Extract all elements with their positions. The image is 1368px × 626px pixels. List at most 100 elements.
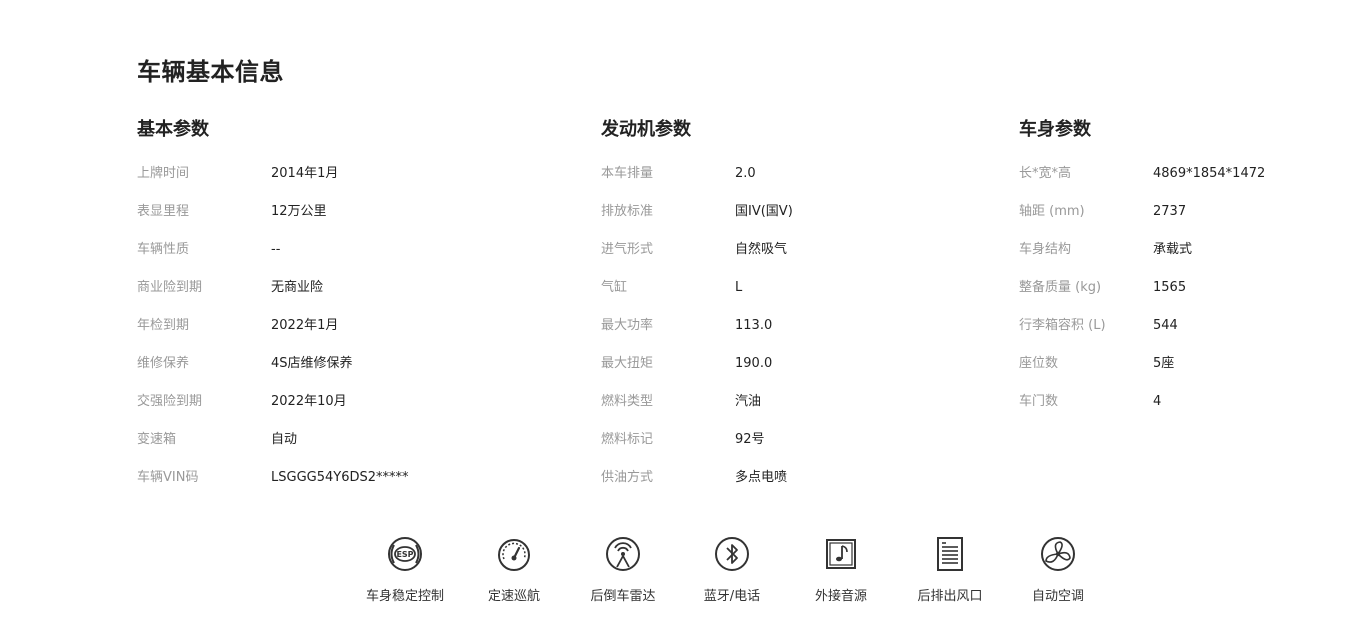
param-row: 车辆性质 -- bbox=[137, 241, 557, 279]
param-label: 整备质量 (kg) bbox=[1019, 280, 1102, 295]
param-value: 承载式 bbox=[1153, 242, 1193, 257]
feature-label: 后倒车雷达 bbox=[590, 589, 656, 604]
engine-params-section: 发动机参数 本车排量 2.0 排放标准 国IV(国V) 进气形式 自然吸气 气缸 L 最… bbox=[601, 118, 981, 507]
param-row: 车辆VIN码 LSGGG54Y6DS2***** bbox=[137, 469, 557, 507]
param-value: 多点电喷 bbox=[735, 470, 788, 485]
feature-music-input: 外接音源 bbox=[786, 534, 896, 604]
param-value: 2.0 bbox=[735, 166, 756, 181]
param-value: 汽油 bbox=[735, 394, 762, 409]
param-label: 车身结构 bbox=[1019, 242, 1072, 257]
param-row: 维修保养 4S店维修保养 bbox=[137, 355, 557, 393]
param-row: 最大功率 113.0 bbox=[601, 317, 981, 355]
feature-label: 外接音源 bbox=[814, 589, 867, 604]
feature-label: 车身稳定控制 bbox=[365, 589, 444, 604]
param-value: 2737 bbox=[1153, 204, 1187, 219]
rear-air-vent-icon bbox=[937, 537, 963, 571]
feature-label: 蓝牙/电话 bbox=[703, 589, 761, 604]
param-row: 燃料类型 汽油 bbox=[601, 393, 981, 431]
param-row: 表显里程 12万公里 bbox=[137, 203, 557, 241]
param-value: 12万公里 bbox=[271, 204, 327, 219]
param-value: 113.0 bbox=[735, 318, 773, 333]
param-value: 1565 bbox=[1153, 280, 1187, 295]
engine-params-title: 发动机参数 bbox=[601, 119, 691, 140]
param-row: 燃料标记 92号 bbox=[601, 431, 981, 469]
feature-label: 定速巡航 bbox=[487, 589, 540, 604]
param-value: -- bbox=[271, 242, 281, 257]
param-row: 进气形式 自然吸气 bbox=[601, 241, 981, 279]
param-row: 商业险到期 无商业险 bbox=[137, 279, 557, 317]
feature-label: 自动空调 bbox=[1031, 589, 1084, 604]
param-row: 交强险到期 2022年10月 bbox=[137, 393, 557, 431]
param-label: 表显里程 bbox=[137, 204, 190, 219]
param-value: 5座 bbox=[1153, 356, 1175, 371]
basic-params-title: 基本参数 bbox=[137, 119, 209, 140]
param-row: 行李箱容积 (L) 544 bbox=[1019, 317, 1339, 355]
bluetooth-icon bbox=[715, 537, 749, 571]
param-row: 车身结构 承载式 bbox=[1019, 241, 1339, 279]
param-label: 维修保养 bbox=[137, 356, 190, 371]
param-row: 变速箱 自动 bbox=[137, 431, 557, 469]
param-label: 长*宽*高 bbox=[1019, 166, 1072, 181]
param-label: 商业险到期 bbox=[137, 280, 203, 295]
body-params-section: 车身参数 长*宽*高 4869*1854*1472 轴距 (mm) 2737 车身结… bbox=[1019, 118, 1339, 431]
param-value: 4 bbox=[1153, 394, 1162, 409]
param-value: 4S店维修保养 bbox=[271, 356, 353, 371]
param-value: 2014年1月 bbox=[271, 166, 339, 181]
param-label: 上牌时间 bbox=[137, 166, 190, 181]
param-label: 交强险到期 bbox=[137, 394, 203, 409]
param-row: 轴距 (mm) 2737 bbox=[1019, 203, 1339, 241]
param-label: 轴距 (mm) bbox=[1019, 204, 1085, 219]
param-label: 供油方式 bbox=[601, 470, 654, 485]
param-value: 544 bbox=[1153, 318, 1178, 333]
param-value: 92号 bbox=[735, 432, 765, 447]
param-label: 排放标准 bbox=[601, 204, 654, 219]
auto-ac-fan-icon bbox=[1041, 537, 1075, 571]
param-row: 供油方式 多点电喷 bbox=[601, 469, 981, 507]
param-value: 自然吸气 bbox=[735, 242, 788, 257]
parking-radar-icon bbox=[606, 537, 640, 571]
param-label: 车辆VIN码 bbox=[137, 470, 199, 485]
param-label: 变速箱 bbox=[137, 432, 177, 447]
feature-auto-ac: 自动空调 bbox=[1003, 534, 1113, 604]
param-label: 座位数 bbox=[1019, 356, 1059, 371]
basic-params-section: 基本参数 上牌时间 2014年1月 表显里程 12万公里 车辆性质 -- 商业险到期 无… bbox=[137, 118, 557, 507]
cruise-control-icon bbox=[498, 539, 530, 571]
param-row: 座位数 5座 bbox=[1019, 355, 1339, 393]
param-row: 车门数 4 bbox=[1019, 393, 1339, 431]
param-label: 年检到期 bbox=[137, 318, 190, 333]
param-row: 排放标准 国IV(国V) bbox=[601, 203, 981, 241]
param-value: 190.0 bbox=[735, 356, 773, 371]
param-value: 自动 bbox=[271, 432, 298, 447]
param-label: 车门数 bbox=[1019, 394, 1059, 409]
param-label: 进气形式 bbox=[601, 242, 654, 257]
param-value: 2022年1月 bbox=[271, 318, 339, 333]
param-label: 燃料类型 bbox=[601, 394, 654, 409]
param-value: L bbox=[735, 280, 743, 295]
page-title: 车辆基本信息 bbox=[137, 58, 284, 86]
feature-esp: ESP 车身稳定控制 bbox=[350, 534, 460, 604]
param-row: 本车排量 2.0 bbox=[601, 165, 981, 203]
feature-cruise-control: 定速巡航 bbox=[459, 534, 569, 604]
feature-parking-radar: 后倒车雷达 bbox=[568, 534, 678, 604]
param-label: 最大功率 bbox=[601, 318, 654, 333]
feature-label: 后排出风口 bbox=[917, 589, 983, 604]
esp-icon-text: ESP bbox=[396, 550, 413, 559]
body-params-title: 车身参数 bbox=[1019, 119, 1091, 140]
param-value: 国IV(国V) bbox=[735, 204, 793, 219]
music-input-icon bbox=[826, 539, 856, 569]
feature-rear-air-vent: 后排出风口 bbox=[895, 534, 1005, 604]
param-value: 2022年10月 bbox=[271, 394, 347, 409]
param-row: 年检到期 2022年1月 bbox=[137, 317, 557, 355]
param-row: 长*宽*高 4869*1854*1472 bbox=[1019, 165, 1339, 203]
param-label: 气缸 bbox=[601, 280, 628, 295]
param-value: LSGGG54Y6DS2***** bbox=[271, 470, 409, 485]
param-value: 无商业险 bbox=[271, 280, 324, 295]
param-label: 行李箱容积 (L) bbox=[1019, 318, 1106, 333]
param-label: 本车排量 bbox=[601, 166, 654, 181]
feature-bluetooth: 蓝牙/电话 bbox=[677, 534, 787, 604]
param-label: 最大扭矩 bbox=[601, 356, 654, 371]
param-label: 车辆性质 bbox=[137, 242, 190, 257]
param-row: 气缸 L bbox=[601, 279, 981, 317]
param-value: 4869*1854*1472 bbox=[1153, 166, 1266, 181]
param-row: 整备质量 (kg) 1565 bbox=[1019, 279, 1339, 317]
